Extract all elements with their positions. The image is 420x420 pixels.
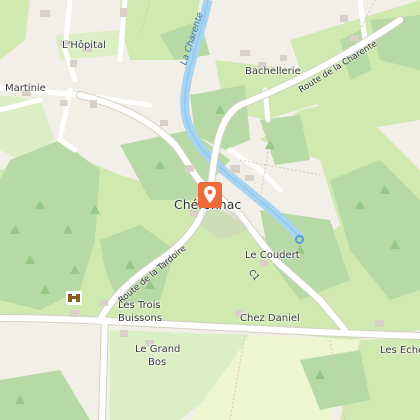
place-label-chez-daniel: Chez Daniel [240,313,300,324]
place-label-bos: Bos [148,357,167,368]
place-label-bachellerie: Bachellerie [245,66,301,77]
location-marker[interactable] [198,182,222,208]
binoculars-icon[interactable] [66,290,82,305]
map-view[interactable]: L'Hôpital Martinie Bachellerie Chéronnac… [0,0,420,420]
place-label-le-grand: Le Grand [135,344,181,355]
place-label-les-eche: Les Eche [380,345,420,356]
place-label-martinie: Martinie [5,83,46,94]
place-label-buissons: Buissons [118,313,163,324]
place-label-le-coudert: Le Coudert [245,250,300,261]
water-point-icon[interactable] [295,235,304,244]
place-label-hopital: L'Hôpital [62,40,106,51]
map-pin-icon [204,186,216,203]
